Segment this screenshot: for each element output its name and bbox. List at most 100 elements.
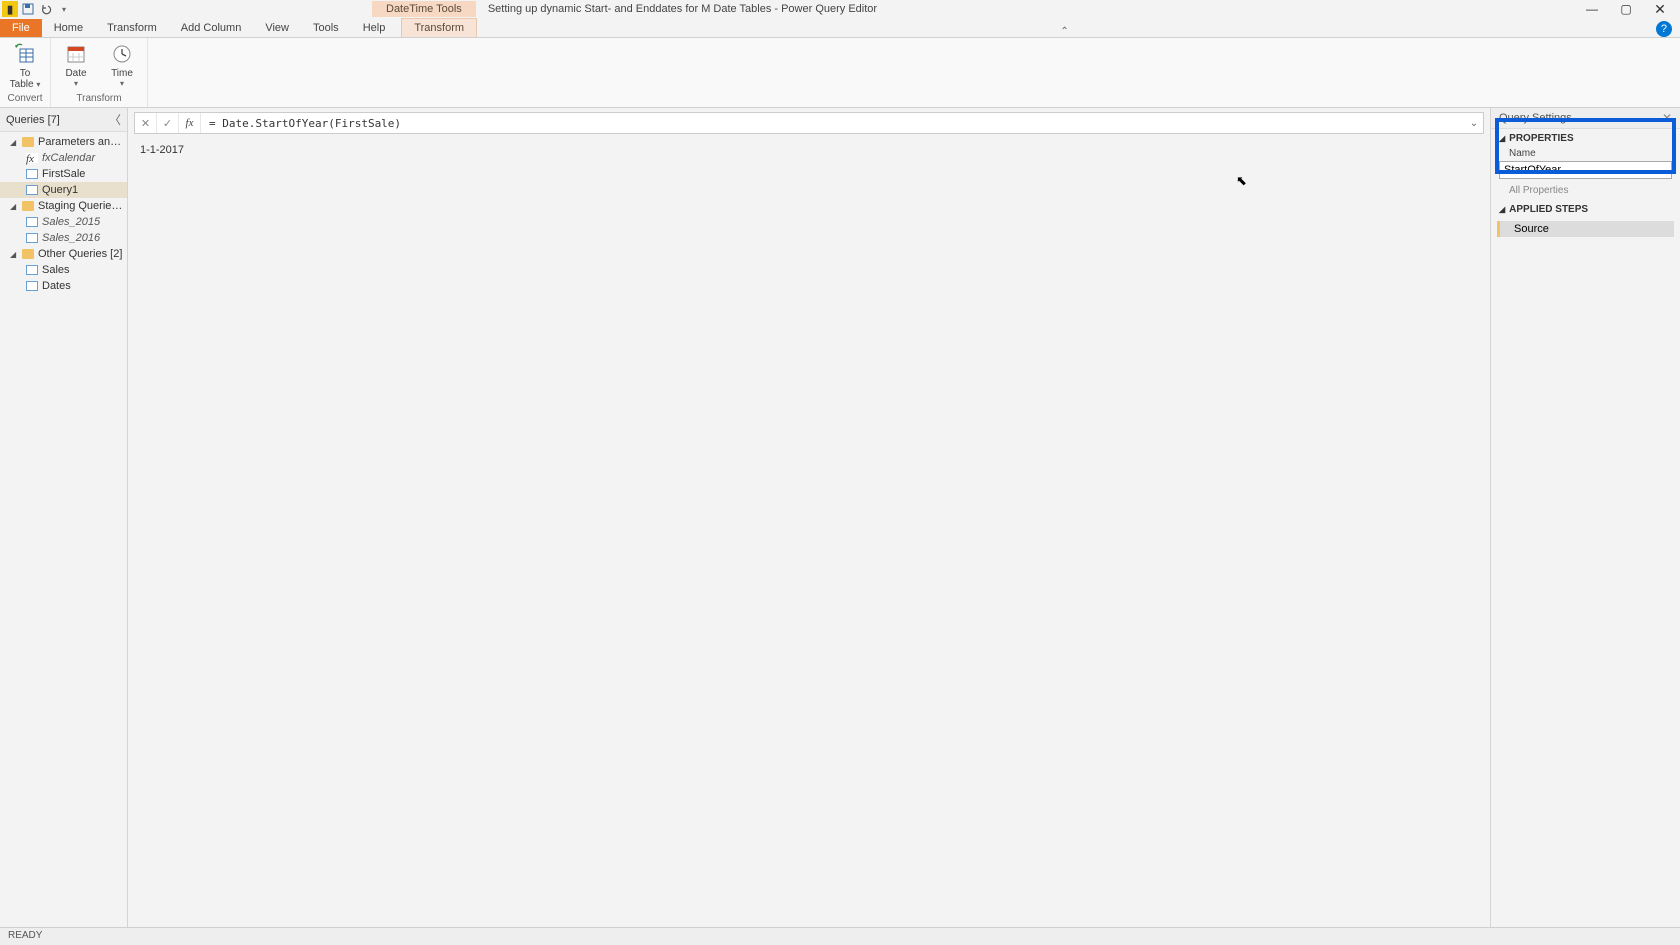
disclosure-icon: ◢ xyxy=(1499,134,1505,143)
query-settings-header: Query Settings ✕ xyxy=(1491,108,1680,129)
folder-icon xyxy=(22,137,34,147)
query-item-sales-2015[interactable]: Sales_2015 xyxy=(0,214,127,230)
properties-label: PROPERTIES xyxy=(1509,133,1573,144)
ribbon-tabs: File Home Transform Add Column View Tool… xyxy=(0,18,1680,38)
formula-text[interactable]: = Date.StartOfYear(FirstSale) xyxy=(201,117,1465,130)
disclosure-icon: ◢ xyxy=(10,202,18,211)
query-item-query1[interactable]: Query1 xyxy=(0,182,127,198)
query-item-label: fxCalendar xyxy=(42,152,95,164)
date-button[interactable]: Date ▾ xyxy=(57,40,95,88)
tab-home[interactable]: Home xyxy=(42,19,95,37)
ribbon-collapse-icon[interactable]: ⌃ xyxy=(1060,26,1068,37)
tab-tools[interactable]: Tools xyxy=(301,19,351,37)
ribbon-group-transform-label: Transform xyxy=(76,92,121,105)
formula-expand-icon[interactable]: ⌄ xyxy=(1465,118,1483,129)
query-item-sales-2016[interactable]: Sales_2016 xyxy=(0,230,127,246)
chevron-down-icon: ▾ xyxy=(120,79,124,88)
to-table-button[interactable]: To Table ▾ xyxy=(6,40,44,90)
formula-commit-button[interactable]: ✓ xyxy=(157,113,179,133)
formula-cancel-button[interactable]: ✕ xyxy=(135,113,157,133)
queries-tree: ◢ Parameters and Fu... fx fxCalendar Fir… xyxy=(0,132,127,296)
to-table-label2: Table xyxy=(10,79,34,90)
query-item-label: Query1 xyxy=(42,184,78,196)
query-group[interactable]: ◢ Parameters and Fu... xyxy=(0,134,127,150)
tab-add-column[interactable]: Add Column xyxy=(169,19,254,37)
applied-step-source[interactable]: Source xyxy=(1497,221,1674,237)
table-icon xyxy=(26,281,38,291)
undo-icon[interactable] xyxy=(38,1,54,17)
close-panel-icon[interactable]: ✕ xyxy=(1662,111,1672,125)
center-area: ✕ ✓ fx = Date.StartOfYear(FirstSale) ⌄ 1… xyxy=(128,108,1490,927)
status-bar: READY xyxy=(0,927,1680,945)
tab-transform[interactable]: Transform xyxy=(95,19,169,37)
query-group[interactable]: ◢ Staging Queries [2] xyxy=(0,198,127,214)
close-button[interactable]: ✕ xyxy=(1648,1,1672,17)
queries-panel-header: Queries [7] 〈 xyxy=(0,108,127,132)
save-icon[interactable] xyxy=(20,1,36,17)
query-name-input[interactable] xyxy=(1499,161,1672,179)
name-label: Name xyxy=(1491,148,1680,161)
disclosure-icon: ◢ xyxy=(10,138,18,147)
disclosure-icon: ◢ xyxy=(10,250,18,259)
function-icon: fx xyxy=(26,153,38,163)
qat-dropdown-icon[interactable]: ▾ xyxy=(56,1,72,17)
query-item-label: Sales_2016 xyxy=(42,232,100,244)
table-icon xyxy=(26,185,38,195)
query-group-label: Parameters and Fu... xyxy=(38,136,123,148)
query-item-fxcalendar[interactable]: fx fxCalendar xyxy=(0,150,127,166)
preview-pane: 1-1-2017 xyxy=(128,136,1490,927)
fx-icon[interactable]: fx xyxy=(179,113,201,133)
query-group-label: Staging Queries [2] xyxy=(38,200,123,212)
ribbon-group-transform: Date ▾ Time ▾ Transform xyxy=(51,38,148,107)
disclosure-icon: ◢ xyxy=(1499,205,1505,214)
chevron-down-icon: ▾ xyxy=(74,79,78,88)
preview-value: 1-1-2017 xyxy=(140,144,184,156)
ribbon-content: To Table ▾ Convert Date ▾ Time ▾ Trans xyxy=(0,38,1680,108)
query-item-label: Sales_2015 xyxy=(42,216,100,228)
help-icon[interactable]: ? xyxy=(1656,21,1672,37)
main-area: Queries [7] 〈 ◢ Parameters and Fu... fx … xyxy=(0,108,1680,927)
query-item-label: Dates xyxy=(42,280,71,292)
status-text: READY xyxy=(8,930,42,941)
tab-view[interactable]: View xyxy=(253,19,301,37)
quick-access-toolbar: ▮ ▾ xyxy=(0,1,72,17)
chevron-down-icon: ▾ xyxy=(36,80,40,89)
table-icon xyxy=(26,169,38,179)
query-item-dates[interactable]: Dates xyxy=(0,278,127,294)
window-controls: ― ▢ ✕ xyxy=(1580,1,1680,17)
table-icon xyxy=(26,265,38,275)
table-icon xyxy=(26,217,38,227)
query-settings-title: Query Settings xyxy=(1499,112,1572,124)
tab-file[interactable]: File xyxy=(0,19,42,37)
applied-steps-section-title[interactable]: ◢ APPLIED STEPS xyxy=(1491,200,1680,219)
ribbon-group-convert: To Table ▾ Convert xyxy=(0,38,51,107)
time-label: Time xyxy=(111,68,133,79)
tab-help[interactable]: Help xyxy=(351,19,398,37)
query-group-label: Other Queries [2] xyxy=(38,248,123,260)
calendar-icon xyxy=(64,42,88,66)
date-label: Date xyxy=(65,68,86,79)
query-item-label: Sales xyxy=(42,264,70,276)
applied-step-label: Source xyxy=(1514,223,1549,235)
all-properties-link[interactable]: All Properties xyxy=(1491,183,1680,200)
properties-section-title[interactable]: ◢ PROPERTIES xyxy=(1491,129,1680,148)
query-item-sales[interactable]: Sales xyxy=(0,262,127,278)
queries-panel: Queries [7] 〈 ◢ Parameters and Fu... fx … xyxy=(0,108,128,927)
minimize-button[interactable]: ― xyxy=(1580,1,1604,17)
ribbon-group-convert-label: Convert xyxy=(7,92,42,105)
time-button[interactable]: Time ▾ xyxy=(103,40,141,88)
queries-panel-title: Queries [7] xyxy=(6,114,60,126)
tab-contextual-transform[interactable]: Transform xyxy=(401,18,477,37)
formula-bar: ✕ ✓ fx = Date.StartOfYear(FirstSale) ⌄ xyxy=(134,112,1484,134)
query-item-firstsale[interactable]: FirstSale xyxy=(0,166,127,182)
collapse-panel-icon[interactable]: 〈 xyxy=(109,111,121,128)
window-title: Setting up dynamic Start- and Enddates f… xyxy=(488,3,1580,15)
maximize-button[interactable]: ▢ xyxy=(1614,1,1638,17)
applied-steps-list: Source xyxy=(1491,219,1680,240)
table-icon xyxy=(26,233,38,243)
folder-icon xyxy=(22,201,34,211)
query-settings-panel: Query Settings ✕ ◢ PROPERTIES Name All P… xyxy=(1490,108,1680,927)
applied-steps-label: APPLIED STEPS xyxy=(1509,204,1588,215)
title-bar: ▮ ▾ DateTime Tools Setting up dynamic St… xyxy=(0,0,1680,18)
query-group[interactable]: ◢ Other Queries [2] xyxy=(0,246,127,262)
